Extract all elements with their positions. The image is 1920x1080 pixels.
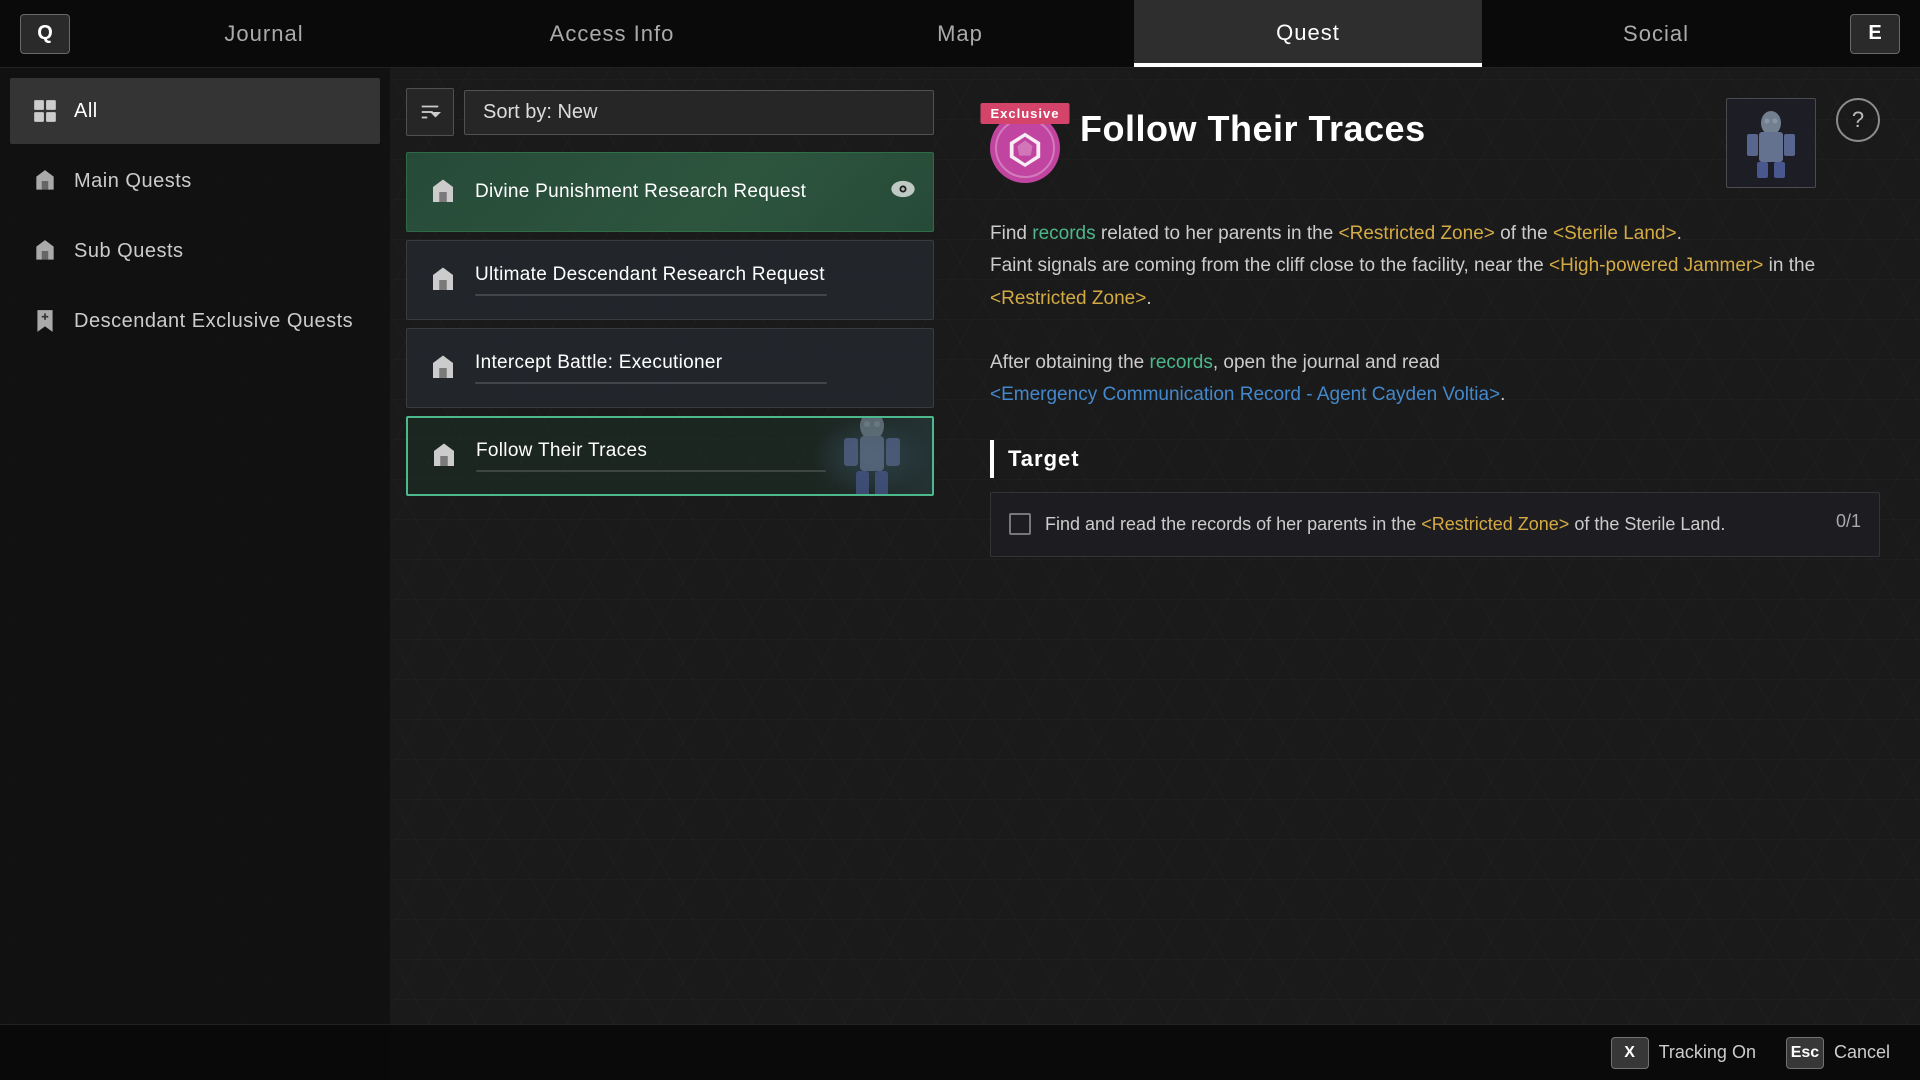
quest-divine-title: Divine Punishment Research Request: [475, 181, 915, 203]
nav-item-journal[interactable]: Journal: [90, 0, 438, 67]
help-icon[interactable]: ?: [1836, 98, 1880, 142]
nav-item-map[interactable]: Map: [786, 0, 1134, 67]
nav-item-access-info[interactable]: Access Info: [438, 0, 786, 67]
target-item: Find and read the records of her parents…: [990, 492, 1880, 557]
eye-icon: [889, 175, 917, 209]
highlight-sterile-land: <Sterile Land>: [1553, 223, 1677, 244]
quest-intercept-text: Intercept Battle: Executioner: [475, 352, 915, 384]
quest-follow-character: [812, 418, 932, 494]
quest-icon-main: [30, 166, 60, 196]
quest-ultimate-title: Ultimate Descendant Research Request: [475, 264, 915, 286]
target-text: Find and read the records of her parents…: [1045, 511, 1822, 538]
quest-badge-icon: Exclusive: [990, 113, 1060, 183]
quest-icon-follow: [426, 438, 462, 474]
sort-button[interactable]: [406, 88, 454, 136]
exclusive-badge: Exclusive: [981, 103, 1070, 124]
target-count: 0/1: [1836, 511, 1861, 532]
quest-list-area: Sort by: New Divine Punishment Research …: [390, 68, 950, 1080]
quest-icon-divine: [425, 174, 461, 210]
quest-follow-progress: [476, 470, 826, 472]
quest-divine-text: Divine Punishment Research Request: [475, 181, 915, 203]
sidebar-descendant-label: Descendant Exclusive Quests: [74, 310, 353, 333]
cancel-label: Cancel: [1834, 1042, 1890, 1063]
target-section: Target Find and read the records of her …: [990, 440, 1880, 557]
nav-left-key[interactable]: Q: [20, 14, 70, 54]
detail-title: Follow Their Traces: [1080, 108, 1706, 150]
quest-icon-ultimate: [425, 262, 461, 298]
detail-header: Exclusive Follow Their Traces: [990, 98, 1880, 188]
sidebar-main-quests-label: Main Quests: [74, 170, 192, 193]
top-nav: Q Journal Access Info Map Quest Social E: [0, 0, 1920, 68]
grid-icon: [30, 96, 60, 126]
highlight-jammer: <High-powered Jammer>: [1549, 255, 1763, 276]
quest-card-intercept[interactable]: Intercept Battle: Executioner: [406, 328, 934, 408]
detail-description: Find records related to her parents in t…: [990, 218, 1880, 412]
sidebar: All Main Quests Sub Quests: [0, 68, 390, 1080]
tracking-label: Tracking On: [1659, 1042, 1756, 1063]
sidebar-item-main-quests[interactable]: Main Quests: [10, 148, 380, 214]
bookmark-icon: [30, 306, 60, 336]
quest-intercept-title: Intercept Battle: Executioner: [475, 352, 915, 374]
highlight-restricted-zone-2: <Restricted Zone>: [990, 288, 1146, 309]
highlight-target-zone: <Restricted Zone>: [1421, 514, 1569, 534]
nav-right-key[interactable]: E: [1850, 14, 1900, 54]
target-checkbox[interactable]: [1009, 513, 1031, 535]
nav-item-quest[interactable]: Quest: [1134, 0, 1482, 67]
sidebar-sub-quests-label: Sub Quests: [74, 240, 184, 263]
tracking-action[interactable]: X Tracking On: [1611, 1037, 1756, 1069]
quest-card-follow[interactable]: Follow Their Traces: [406, 416, 934, 496]
tracking-key: X: [1611, 1037, 1649, 1069]
cancel-key: Esc: [1786, 1037, 1824, 1069]
quest-ultimate-progress: [475, 294, 827, 296]
highlight-records-2: records: [1150, 352, 1213, 373]
quest-card-ultimate[interactable]: Ultimate Descendant Research Request: [406, 240, 934, 320]
cancel-action[interactable]: Esc Cancel: [1786, 1037, 1890, 1069]
quest-icon-sub: [30, 236, 60, 266]
highlight-records-1: records: [1032, 223, 1095, 244]
character-figure: [812, 418, 932, 494]
quest-card-divine[interactable]: Divine Punishment Research Request: [406, 152, 934, 232]
character-thumbnail: [1726, 98, 1816, 188]
main-content: All Main Quests Sub Quests: [0, 68, 1920, 1080]
quest-ultimate-text: Ultimate Descendant Research Request: [475, 264, 915, 296]
highlight-restricted-zone: <Restricted Zone>: [1339, 223, 1495, 244]
sidebar-all-label: All: [74, 100, 98, 123]
target-title: Target: [990, 440, 1880, 478]
quest-intercept-progress: [475, 382, 827, 384]
sort-bar: Sort by: New: [406, 88, 934, 136]
highlight-emergency-record: <Emergency Communication Record - Agent …: [990, 384, 1500, 405]
quest-icon-intercept: [425, 350, 461, 386]
detail-panel: Exclusive Follow Their Traces: [950, 68, 1920, 1080]
sidebar-item-all[interactable]: All: [10, 78, 380, 144]
quest-badge-container: Exclusive: [990, 113, 1060, 183]
bottom-bar: X Tracking On Esc Cancel: [0, 1024, 1920, 1080]
sort-label[interactable]: Sort by: New: [464, 90, 934, 135]
nav-item-social[interactable]: Social: [1482, 0, 1830, 67]
sidebar-item-descendant-exclusive[interactable]: Descendant Exclusive Quests: [10, 288, 380, 354]
sidebar-item-sub-quests[interactable]: Sub Quests: [10, 218, 380, 284]
detail-title-area: Follow Their Traces: [1080, 98, 1706, 150]
